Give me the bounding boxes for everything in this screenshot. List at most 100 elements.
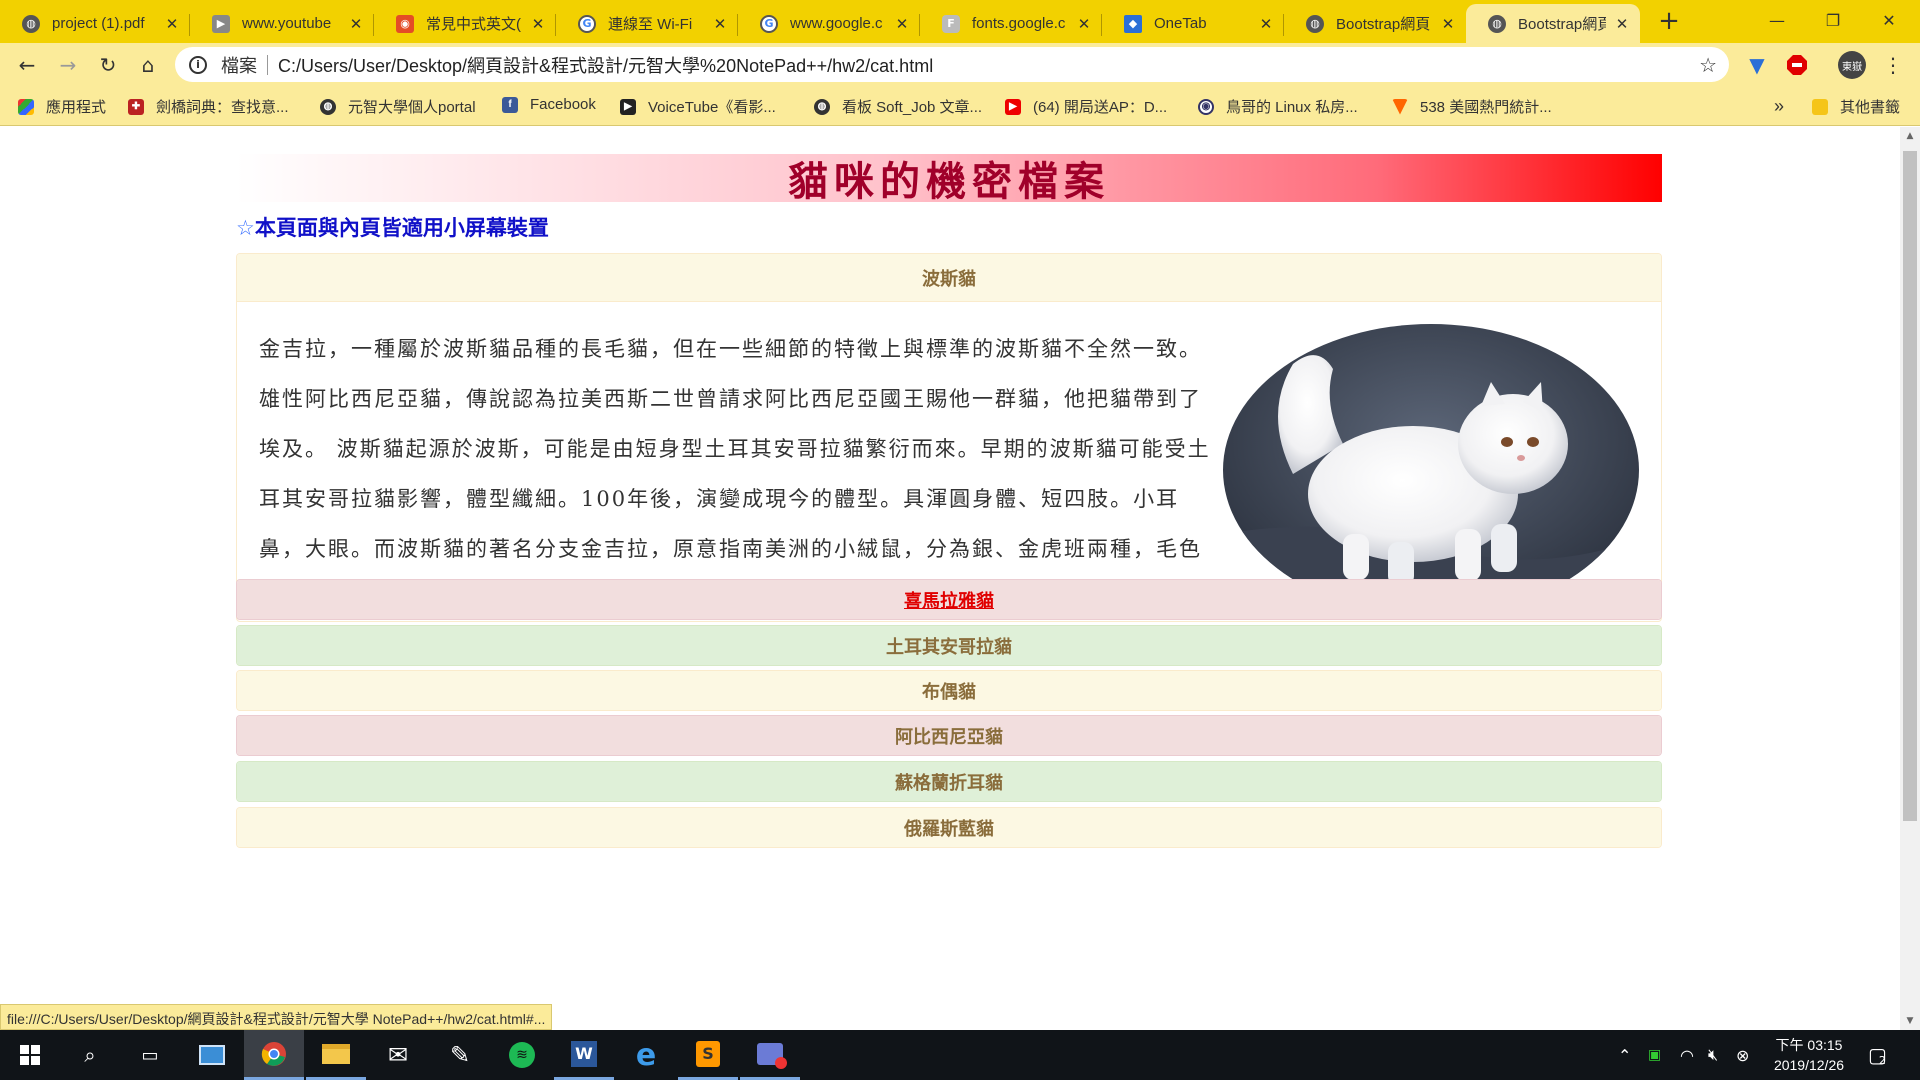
close-icon[interactable]: ✕ xyxy=(164,15,180,33)
info-icon[interactable]: i xyxy=(189,55,207,74)
scroll-up-arrow-icon[interactable]: ▲ xyxy=(1900,127,1920,145)
app-icon: ◉ xyxy=(396,14,414,33)
persian-cat-description: 金吉拉，一種屬於波斯貓品種的長毛貓，但在一些細節的特徵上與標準的波斯貓不全然一致… xyxy=(259,337,1211,611)
tab-project-pdf[interactable]: ◍ project (1).pdf ✕ xyxy=(0,4,190,43)
close-icon[interactable]: ✕ xyxy=(530,15,546,33)
file-explorer-icon[interactable] xyxy=(306,1030,366,1080)
panel-heading-persian[interactable]: 波斯貓 xyxy=(237,254,1661,301)
browser-toolbar: ← → ↻ ⌂ i 檔案 C:/Users/User/Desktop/網頁設計&… xyxy=(0,43,1920,86)
bookmark-linux[interactable]: ◉ 鳥哥的 Linux 私房... xyxy=(1198,96,1358,117)
address-bar[interactable]: i 檔案 C:/Users/User/Desktop/網頁設計&程式設計/元智大… xyxy=(175,47,1729,82)
app-store-icon[interactable] xyxy=(182,1030,242,1080)
scroll-down-arrow-icon[interactable]: ▼ xyxy=(1900,1012,1920,1030)
disconnect-icon[interactable]: ⊗ xyxy=(1736,1030,1749,1080)
show-hidden-icons-icon[interactable]: ⌃ xyxy=(1618,1030,1631,1080)
link-status-bar: file:///C:/Users/User/Desktop/網頁設計&程式設計/… xyxy=(0,1004,553,1030)
globe-icon: ◍ xyxy=(320,98,336,115)
tab-bootstrap-1[interactable]: ◍ Bootstrap網頁 ✕ xyxy=(1284,4,1466,43)
scrollbar-thumb[interactable] xyxy=(1903,151,1917,821)
taskbar-clock[interactable]: 下午 03:15 2019/12/26 xyxy=(1764,1035,1854,1075)
notification-center-icon[interactable]: ▢ 2 xyxy=(1868,1030,1887,1080)
forward-button[interactable]: → xyxy=(53,50,83,80)
bookmark-youtube-video[interactable]: ▶ (64) 開局送AP：D... xyxy=(1005,96,1167,117)
panel-heading-scottish-fold[interactable]: 蘇格蘭折耳貓 xyxy=(237,762,1661,801)
onetab-icon: ◆ xyxy=(1124,14,1142,33)
page-scrollbar[interactable]: ▲ ▼ xyxy=(1900,127,1920,1030)
close-icon[interactable]: ✕ xyxy=(1440,15,1456,33)
reload-button[interactable]: ↻ xyxy=(93,50,123,80)
chrome-icon[interactable] xyxy=(244,1030,304,1080)
tab-title: OneTab xyxy=(1154,15,1207,32)
bookmark-soft-job[interactable]: ◍ 看板 Soft_Job 文章... xyxy=(814,96,982,117)
bookmark-cambridge[interactable]: ✚ 劍橋詞典：查找意... xyxy=(128,96,289,117)
close-icon[interactable]: ✕ xyxy=(1076,15,1092,33)
bookmarks-more-button[interactable]: » xyxy=(1774,96,1784,117)
close-icon[interactable]: ✕ xyxy=(712,15,728,33)
panel-turkish-angora-cat: 土耳其安哥拉貓 xyxy=(236,625,1662,666)
back-button[interactable]: ← xyxy=(12,50,42,80)
bookmark-facebook[interactable]: f Facebook xyxy=(502,96,596,113)
home-button[interactable]: ⌂ xyxy=(133,50,163,80)
youtube-icon: ▶ xyxy=(212,14,230,33)
browser-tab-strip: ◍ project (1).pdf ✕ ▶ www.youtube ✕ ◉ 常見… xyxy=(0,0,1920,43)
sublime-icon[interactable]: S xyxy=(678,1030,738,1080)
minimize-button[interactable]: — xyxy=(1752,0,1802,40)
search-icon[interactable]: ⌕ xyxy=(60,1030,120,1080)
task-view-icon[interactable]: ▭ xyxy=(120,1030,180,1080)
panel-heading-russian-blue[interactable]: 俄羅斯藍貓 xyxy=(237,808,1661,847)
facebook-icon: f xyxy=(502,96,518,113)
panel-heading-turkish-angora[interactable]: 土耳其安哥拉貓 xyxy=(237,626,1661,665)
tab-fonts-google[interactable]: F fonts.google.c ✕ xyxy=(920,4,1102,43)
tab-youtube[interactable]: ▶ www.youtube ✕ xyxy=(190,4,374,43)
tab-title: project (1).pdf xyxy=(52,15,145,32)
voicetube-icon: ▶ xyxy=(620,98,636,115)
snip-icon[interactable] xyxy=(740,1030,800,1080)
globe-icon: ◍ xyxy=(1306,14,1324,33)
new-tab-button[interactable]: + xyxy=(1654,6,1684,36)
tab-bootstrap-active[interactable]: ◍ Bootstrap網頁 ✕ xyxy=(1466,4,1640,43)
close-icon[interactable]: ✕ xyxy=(348,15,364,33)
close-icon[interactable]: ✕ xyxy=(894,15,910,33)
panel-body-persian: 金吉拉，一種屬於波斯貓品種的長毛貓，但在一些細節的特徵上與標準的波斯貓不全然一致… xyxy=(237,301,1661,621)
word-icon[interactable]: W xyxy=(554,1030,614,1080)
close-icon[interactable]: ✕ xyxy=(1614,15,1630,33)
panel-heading-ragdoll[interactable]: 布偶貓 xyxy=(237,671,1661,710)
adblock-extension-icon[interactable] xyxy=(1784,52,1810,78)
close-window-button[interactable]: ✕ xyxy=(1864,0,1914,40)
page-banner: 貓咪的機密檔案 xyxy=(236,154,1662,205)
volume-muted-icon[interactable]: 🔇︎ xyxy=(1708,1030,1718,1080)
persian-cat-image xyxy=(1223,324,1639,616)
bookmark-apps[interactable]: 應用程式 xyxy=(18,96,106,117)
spotify-icon[interactable]: ≋ xyxy=(492,1030,552,1080)
maximize-button[interactable]: ❐ xyxy=(1808,0,1858,40)
close-icon[interactable]: ✕ xyxy=(1258,15,1274,33)
tab-wifi[interactable]: G 連線至 Wi-Fi ✕ xyxy=(556,4,738,43)
linux-icon: ◉ xyxy=(1198,98,1214,115)
edge-icon[interactable]: e xyxy=(616,1030,676,1080)
tab-title: Bootstrap網頁 xyxy=(1518,16,1606,33)
other-bookmarks[interactable]: 其他書籤 xyxy=(1812,96,1900,117)
bookmark-538[interactable]: 538 美國熱門統計... xyxy=(1392,96,1552,117)
bookmark-voicetube[interactable]: ▶ VoiceTube《看影... xyxy=(620,96,776,117)
url-text[interactable]: C:/Users/User/Desktop/網頁設計&程式設計/元智大學%20N… xyxy=(278,52,933,78)
mail-icon[interactable]: ✉ xyxy=(368,1030,428,1080)
globe-icon: ◍ xyxy=(22,14,40,33)
panel-heading-abyssinian[interactable]: 阿比西尼亞貓 xyxy=(237,716,1661,755)
tab-onetab[interactable]: ◆ OneTab ✕ xyxy=(1102,4,1284,43)
tab-google[interactable]: G www.google.c ✕ xyxy=(738,4,920,43)
battery-icon[interactable]: ▣ xyxy=(1648,1030,1661,1080)
onetab-extension-icon[interactable]: ▼ xyxy=(1744,52,1770,78)
panel-russian-blue-cat: 俄羅斯藍貓 xyxy=(236,807,1662,848)
bookmark-yzu-portal[interactable]: ◍ 元智大學個人portal xyxy=(320,96,476,117)
youtube-icon: ▶ xyxy=(1005,98,1021,115)
start-icon[interactable] xyxy=(0,1030,60,1080)
profile-avatar[interactable]: 東嶽 xyxy=(1838,51,1866,79)
menu-icon[interactable]: ⋮ xyxy=(1880,52,1906,78)
tab-title: Bootstrap網頁 xyxy=(1336,16,1431,33)
bookmark-star-icon[interactable]: ☆ xyxy=(1699,53,1717,77)
wifi-icon[interactable]: ◠ xyxy=(1680,1030,1694,1080)
paint-icon[interactable]: ✎ xyxy=(430,1030,490,1080)
tab-chinglish[interactable]: ◉ 常見中式英文( ✕ xyxy=(374,4,556,43)
panel-heading-himalayan[interactable]: 喜馬拉雅貓 xyxy=(237,580,1661,619)
page-subtitle: ☆本頁面與內頁皆適用小屏幕裝置 xyxy=(236,216,549,240)
